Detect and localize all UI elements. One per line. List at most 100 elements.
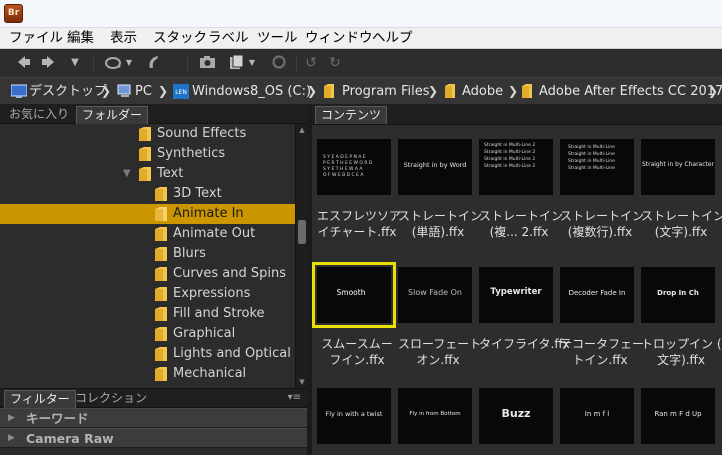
- item-caption: ストレートイン (複... 2.ffx: [479, 209, 564, 239]
- item-thumbnail[interactable]: In m f l: [560, 388, 634, 444]
- folder-icon: [445, 84, 455, 98]
- folder-icon: [139, 167, 151, 181]
- tab-favorites[interactable]: お気に入り: [4, 106, 74, 124]
- folder-tree-scrollbar[interactable]: ▲ ▼: [295, 124, 307, 388]
- item-thumbnail[interactable]: Straight in Multi-Line Straight in Multi…: [560, 139, 634, 195]
- path-item-desktop[interactable]: デスクトップ: [29, 78, 107, 105]
- item-thumbnail[interactable]: Typewriter: [479, 267, 553, 323]
- path-separator-arrow[interactable]: ❯: [307, 78, 317, 105]
- item-caption: スローフェート オン.ffx: [398, 337, 482, 367]
- menu-window[interactable]: ウィンドウ: [305, 28, 373, 49]
- menu-label[interactable]: ラベル: [208, 28, 249, 49]
- path-separator-arrow[interactable]: ❯: [508, 78, 518, 105]
- item-caption: スムースムー フイン.ffx: [321, 337, 393, 367]
- folders-panel: お気に入り フォルダー Sound Effects Synthetics ▼ T…: [0, 104, 307, 388]
- recent-dropdown-icon[interactable]: ▼: [68, 54, 82, 72]
- tree-item[interactable]: Lights and Optical: [0, 344, 295, 364]
- menu-stack[interactable]: スタック: [153, 28, 207, 49]
- collapse-triangle-icon[interactable]: ▶: [8, 409, 15, 428]
- toolbar-divider: [296, 55, 297, 71]
- path-item-after-effects[interactable]: Adobe After Effects CC 2017: [539, 78, 722, 105]
- menu-file[interactable]: ファイル: [9, 28, 63, 49]
- menu-view[interactable]: 表示: [110, 28, 137, 49]
- scrollbar-thumb[interactable]: [298, 220, 306, 244]
- item-thumbnail[interactable]: Buzz: [479, 388, 553, 444]
- path-item-drive[interactable]: Windows8_OS (C:): [192, 78, 311, 105]
- tab-folders[interactable]: フォルダー: [76, 106, 149, 124]
- item-caption: ストレートイン (複数行).ffx: [560, 209, 645, 239]
- path-separator-arrow[interactable]: ❯: [158, 78, 168, 105]
- item-thumbnail[interactable]: Drop In Ch: [641, 267, 715, 323]
- rotate-left-icon[interactable]: ↺: [303, 54, 319, 72]
- reveal-dropdown-icon[interactable]: ▼: [124, 54, 134, 72]
- path-separator-arrow[interactable]: ❯: [428, 78, 438, 105]
- filter-panel: フィルター コレクション ▾≡ ▶ キーワード ▶ Camera Raw: [0, 388, 307, 455]
- tree-item[interactable]: Graphical: [0, 324, 295, 344]
- folder-icon: [155, 327, 167, 341]
- tree-item-label: Animate Out: [173, 226, 256, 241]
- tab-filter[interactable]: フィルター: [4, 390, 76, 408]
- filter-section-keywords[interactable]: ▶ キーワード: [0, 408, 307, 428]
- item-caption: ストレートイン (単語).ffx: [398, 209, 483, 239]
- reveal-recent-icon[interactable]: [104, 54, 124, 72]
- path-separator-arrow[interactable]: ❯: [101, 78, 111, 105]
- rotate-right-icon[interactable]: ↻: [327, 54, 343, 72]
- panel-menu-icon[interactable]: ▾≡: [288, 392, 301, 403]
- item-thumbnail[interactable]: Fly in with a twist: [317, 388, 391, 444]
- tree-item[interactable]: Sound Effects: [0, 124, 295, 144]
- sync-icon[interactable]: [270, 54, 288, 72]
- path-item-program-files[interactable]: Program Files: [342, 78, 430, 105]
- item-caption: タイフライタ.ffx: [479, 337, 570, 351]
- get-photos-camera-icon[interactable]: [198, 54, 218, 72]
- item-thumbnail[interactable]: Smooth: [312, 262, 396, 328]
- item-caption: トロップイン (文字).ffx: [641, 337, 722, 367]
- filter-section-label: キーワード: [26, 411, 89, 426]
- forward-arrow-icon[interactable]: [39, 54, 57, 72]
- boomerang-icon[interactable]: [146, 54, 162, 72]
- menu-edit[interactable]: 編集: [67, 28, 94, 49]
- collapse-triangle-icon[interactable]: ▶: [8, 429, 15, 448]
- tree-item[interactable]: Animate Out: [0, 224, 295, 244]
- expand-triangle-icon[interactable]: ▼: [123, 164, 131, 184]
- refine-icon[interactable]: [229, 54, 247, 72]
- path-item-adobe[interactable]: Adobe: [462, 78, 503, 105]
- tree-item-label: 3D Text: [173, 186, 222, 201]
- item-thumbnail[interactable]: S Y E A D E P N A E P E R T H E E W O R …: [317, 139, 391, 195]
- tree-item[interactable]: Curves and Spins: [0, 264, 295, 284]
- tab-collection[interactable]: コレクション: [70, 390, 152, 408]
- item-thumbnail[interactable]: Straight in by Character: [641, 139, 715, 195]
- path-separator-arrow[interactable]: ❯: [708, 78, 718, 105]
- tree-item-label: Curves and Spins: [173, 266, 286, 281]
- folder-icon: [139, 147, 151, 161]
- tree-item[interactable]: Fill and Stroke: [0, 304, 295, 324]
- filter-section-camera-raw[interactable]: ▶ Camera Raw: [0, 428, 307, 448]
- tree-item-label: Lights and Optical: [173, 346, 291, 361]
- tree-item[interactable]: 3D Text: [0, 184, 295, 204]
- item-thumbnail[interactable]: Ran m F d Up: [641, 388, 715, 444]
- folders-panel-tabs: お気に入り フォルダー: [0, 104, 307, 124]
- toolbar-divider: [93, 55, 94, 71]
- tree-item[interactable]: Expressions: [0, 284, 295, 304]
- item-thumbnail[interactable]: Slow Fade On: [398, 267, 472, 323]
- drive-icon: LEN: [173, 84, 189, 99]
- back-arrow-icon[interactable]: [16, 54, 32, 72]
- refine-dropdown-icon[interactable]: ▼: [247, 54, 257, 72]
- item-thumbnail[interactable]: Decoder Fade In: [560, 267, 634, 323]
- tree-item[interactable]: Synthetics: [0, 144, 295, 164]
- menu-help[interactable]: ヘルプ: [372, 28, 413, 49]
- bridge-app-icon[interactable]: Br: [4, 4, 23, 23]
- tree-item[interactable]: ▼ Text: [0, 164, 295, 184]
- content-panel: コンテンツ S Y E A D E P N A E P E R T H E E …: [312, 104, 722, 455]
- item-thumbnail[interactable]: Straight in by Word: [398, 139, 472, 195]
- folder-icon: [155, 307, 167, 321]
- tree-item[interactable]: Mechanical: [0, 364, 295, 384]
- item-thumbnail[interactable]: Fly in from Bottom: [398, 388, 472, 444]
- item-thumbnail[interactable]: Straight in Multi-Line 2 Straight in Mul…: [479, 139, 553, 195]
- tree-item-selected[interactable]: Animate In: [0, 204, 295, 224]
- tree-item[interactable]: Blurs: [0, 244, 295, 264]
- folder-icon: [155, 347, 167, 361]
- path-item-pc[interactable]: PC: [135, 78, 152, 105]
- path-bar: デスクトップ ❯ PC ❯ LEN Windows8_OS (C:) ❯ Pro…: [0, 77, 722, 104]
- tab-content[interactable]: コンテンツ: [315, 106, 388, 124]
- menu-tools[interactable]: ツール: [257, 28, 298, 49]
